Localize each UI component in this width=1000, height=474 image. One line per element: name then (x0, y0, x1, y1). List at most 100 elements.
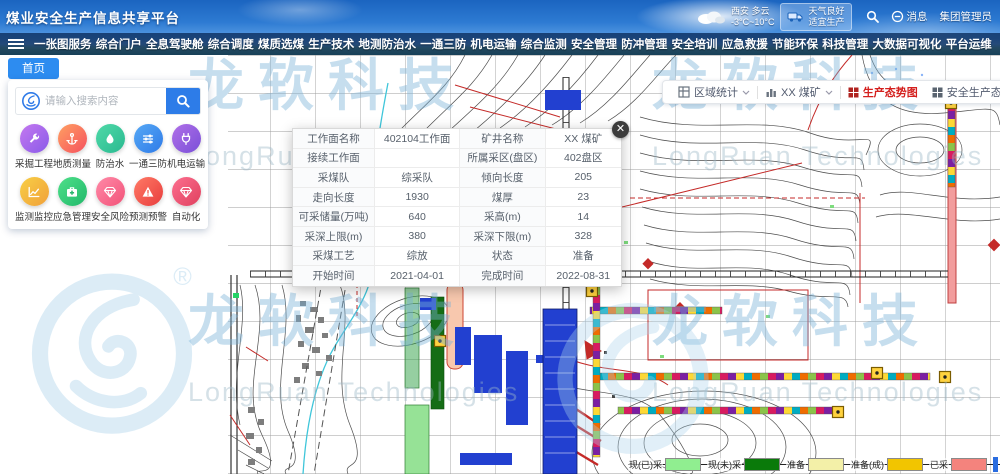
legend-swatch-mined (951, 458, 987, 471)
nav-item-tech-mgmt[interactable]: 科技管理 (822, 36, 868, 52)
app-emergency-mgmt[interactable]: 应急管理 (53, 177, 91, 223)
messages-button[interactable]: 消息 (891, 9, 928, 24)
bar-chart-icon (765, 86, 777, 98)
legend-swatch-prepare (808, 458, 844, 471)
weather-widget: 西安 多云 -3°C~10°C 天气良好 适宜生产 (695, 3, 851, 31)
nav-item-safety-mgmt[interactable]: 安全管理 (571, 36, 617, 52)
nav-item-portal[interactable]: 综合门户 (96, 36, 142, 52)
anchor-icon (58, 124, 87, 153)
field-label: 所属采区(盘区) (460, 149, 545, 169)
gem-icon (172, 177, 201, 206)
production-map-button[interactable]: 生产态势图 (841, 84, 925, 100)
region-stats-icon (678, 86, 690, 98)
mine-selector-dropdown[interactable]: XX 煤矿 (758, 84, 840, 100)
gem-icon (96, 177, 125, 206)
safety-production-map-dropdown[interactable]: 安全生产态势图 (925, 84, 1000, 100)
user-label: 集团管理员 (940, 9, 993, 24)
field-value: 205 (546, 168, 621, 188)
page-title: 煤业安全生产信息共享平台 (6, 7, 180, 27)
field-value: 准备 (546, 247, 621, 267)
working-face-table: 工作面名称 402104工作面 矿井名称 XX 煤矿 接续工作面 所属采区(盘区… (293, 129, 621, 286)
nav-item-bigdata-visual[interactable]: 大数据可视化 (873, 36, 942, 52)
cloud-icon (695, 9, 725, 25)
nav-item-map-service[interactable]: 一张图服务 (34, 36, 92, 52)
nav-item-ventilation[interactable]: 一通三防 (420, 36, 466, 52)
legend-swatch-edge (993, 457, 998, 472)
field-label: 开始时间 (293, 266, 375, 286)
field-label: 走向长度 (293, 188, 375, 208)
nav-item-dispatch[interactable]: 综合调度 (208, 36, 254, 52)
field-value: 402104工作面 (375, 129, 460, 149)
line-chart-icon (20, 177, 49, 206)
chevron-down-icon (825, 90, 833, 95)
global-search-button[interactable] (866, 10, 879, 23)
field-label: 采深上限(m) (293, 227, 375, 247)
field-label: 完成时间 (460, 266, 545, 286)
plug-icon (172, 124, 201, 153)
weather-temp: -3°C~10°C (731, 17, 774, 28)
nav-item-emergency[interactable]: 应急救援 (722, 36, 768, 52)
menu-hamburger-icon[interactable] (8, 37, 24, 51)
weather-badge-line2: 适宜生产 (808, 17, 844, 28)
droplet-icon (96, 124, 125, 153)
legend-swatch-prepare-done (887, 458, 923, 471)
nav-item-platform-ops[interactable]: 平台运维 (946, 36, 992, 52)
nav-item-energy-saving[interactable]: 节能环保 (772, 36, 818, 52)
app-monitoring[interactable]: 监测监控 (15, 177, 53, 223)
chevron-down-icon (742, 90, 750, 95)
truck-icon (787, 10, 804, 23)
field-value: 402盘区 (546, 149, 621, 169)
field-value: 2021-04-01 (375, 266, 460, 286)
legend-label: 准备(成) (850, 458, 885, 471)
working-face-info-popup: ✕ 工作面名称 402104工作面 矿井名称 XX 煤矿 接续工作面 所属采区(… (292, 128, 622, 287)
field-label: 接续工作面 (293, 149, 375, 169)
field-label: 状态 (460, 247, 545, 267)
app-mining-engineering[interactable]: 采掘工程 (15, 124, 53, 170)
search-icon (866, 10, 879, 23)
search-button[interactable] (166, 87, 200, 115)
nav-item-cockpit[interactable]: 全息驾驶舱 (146, 36, 204, 52)
map-grid-icon (848, 87, 859, 98)
close-icon[interactable]: ✕ (612, 121, 629, 138)
weather-city: 西安 多云 (731, 6, 774, 17)
field-value: 1930 (375, 188, 460, 208)
app-electromechanical[interactable]: 机电运输 (167, 124, 205, 170)
field-label: 工作面名称 (293, 129, 375, 149)
field-value: XX 煤矿 (546, 129, 621, 149)
app-forecast-warning[interactable]: 预测预警 (129, 177, 167, 223)
nav-item-safety-training[interactable]: 安全培训 (672, 36, 718, 52)
app-water-control[interactable]: 防治水 (91, 124, 129, 170)
legend-label: 已采 (929, 458, 949, 471)
app-geological-survey[interactable]: 地质测量 (53, 124, 91, 170)
main-nav: 一张图服务 综合门户 全息驾驶舱 综合调度 煤质选煤 生产技术 地测防治水 一通… (0, 33, 1000, 55)
field-label: 可采储量(万吨) (293, 207, 375, 227)
mining-status-legend: 现(已)采 现(未)采 准备 准备(成) 已采 (628, 456, 1000, 473)
weather-badge-line1: 天气良好 (808, 6, 844, 17)
warning-icon (134, 177, 163, 206)
longruan-logo-icon (21, 91, 41, 111)
tab-home[interactable]: 首页 (8, 58, 59, 79)
field-value: 328 (546, 227, 621, 247)
nav-item-monitoring[interactable]: 综合监测 (521, 36, 567, 52)
field-value: 综放 (375, 247, 460, 267)
region-stats-dropdown[interactable]: 区域统计 (671, 84, 757, 100)
nav-item-water-control[interactable]: 地测防治水 (359, 36, 417, 52)
search-input[interactable] (45, 95, 166, 107)
field-label: 采煤队 (293, 168, 375, 188)
legend-label: 现(未)采 (707, 458, 742, 471)
field-value: 14 (546, 207, 621, 227)
nav-item-burst-prevention[interactable]: 防冲管理 (621, 36, 667, 52)
app-ventilation[interactable]: 一通三防 (129, 124, 167, 170)
title-bar: 煤业安全生产信息共享平台 西安 多云 -3°C~10°C 天气良好 适宜生产 (0, 0, 1000, 33)
field-label: 采深下限(m) (460, 227, 545, 247)
wrench-icon (20, 124, 49, 153)
nav-item-coal-quality[interactable]: 煤质选煤 (258, 36, 304, 52)
nav-item-production-tech[interactable]: 生产技术 (308, 36, 354, 52)
user-account-button[interactable]: 集团管理员 (940, 9, 993, 24)
field-value: 380 (375, 227, 460, 247)
app-safety-risk[interactable]: 安全风险 (91, 177, 129, 223)
field-value: 640 (375, 207, 460, 227)
nav-item-electromechanical[interactable]: 机电运输 (471, 36, 517, 52)
app-automation[interactable]: 自动化 (167, 177, 205, 223)
field-label: 倾向长度 (460, 168, 545, 188)
